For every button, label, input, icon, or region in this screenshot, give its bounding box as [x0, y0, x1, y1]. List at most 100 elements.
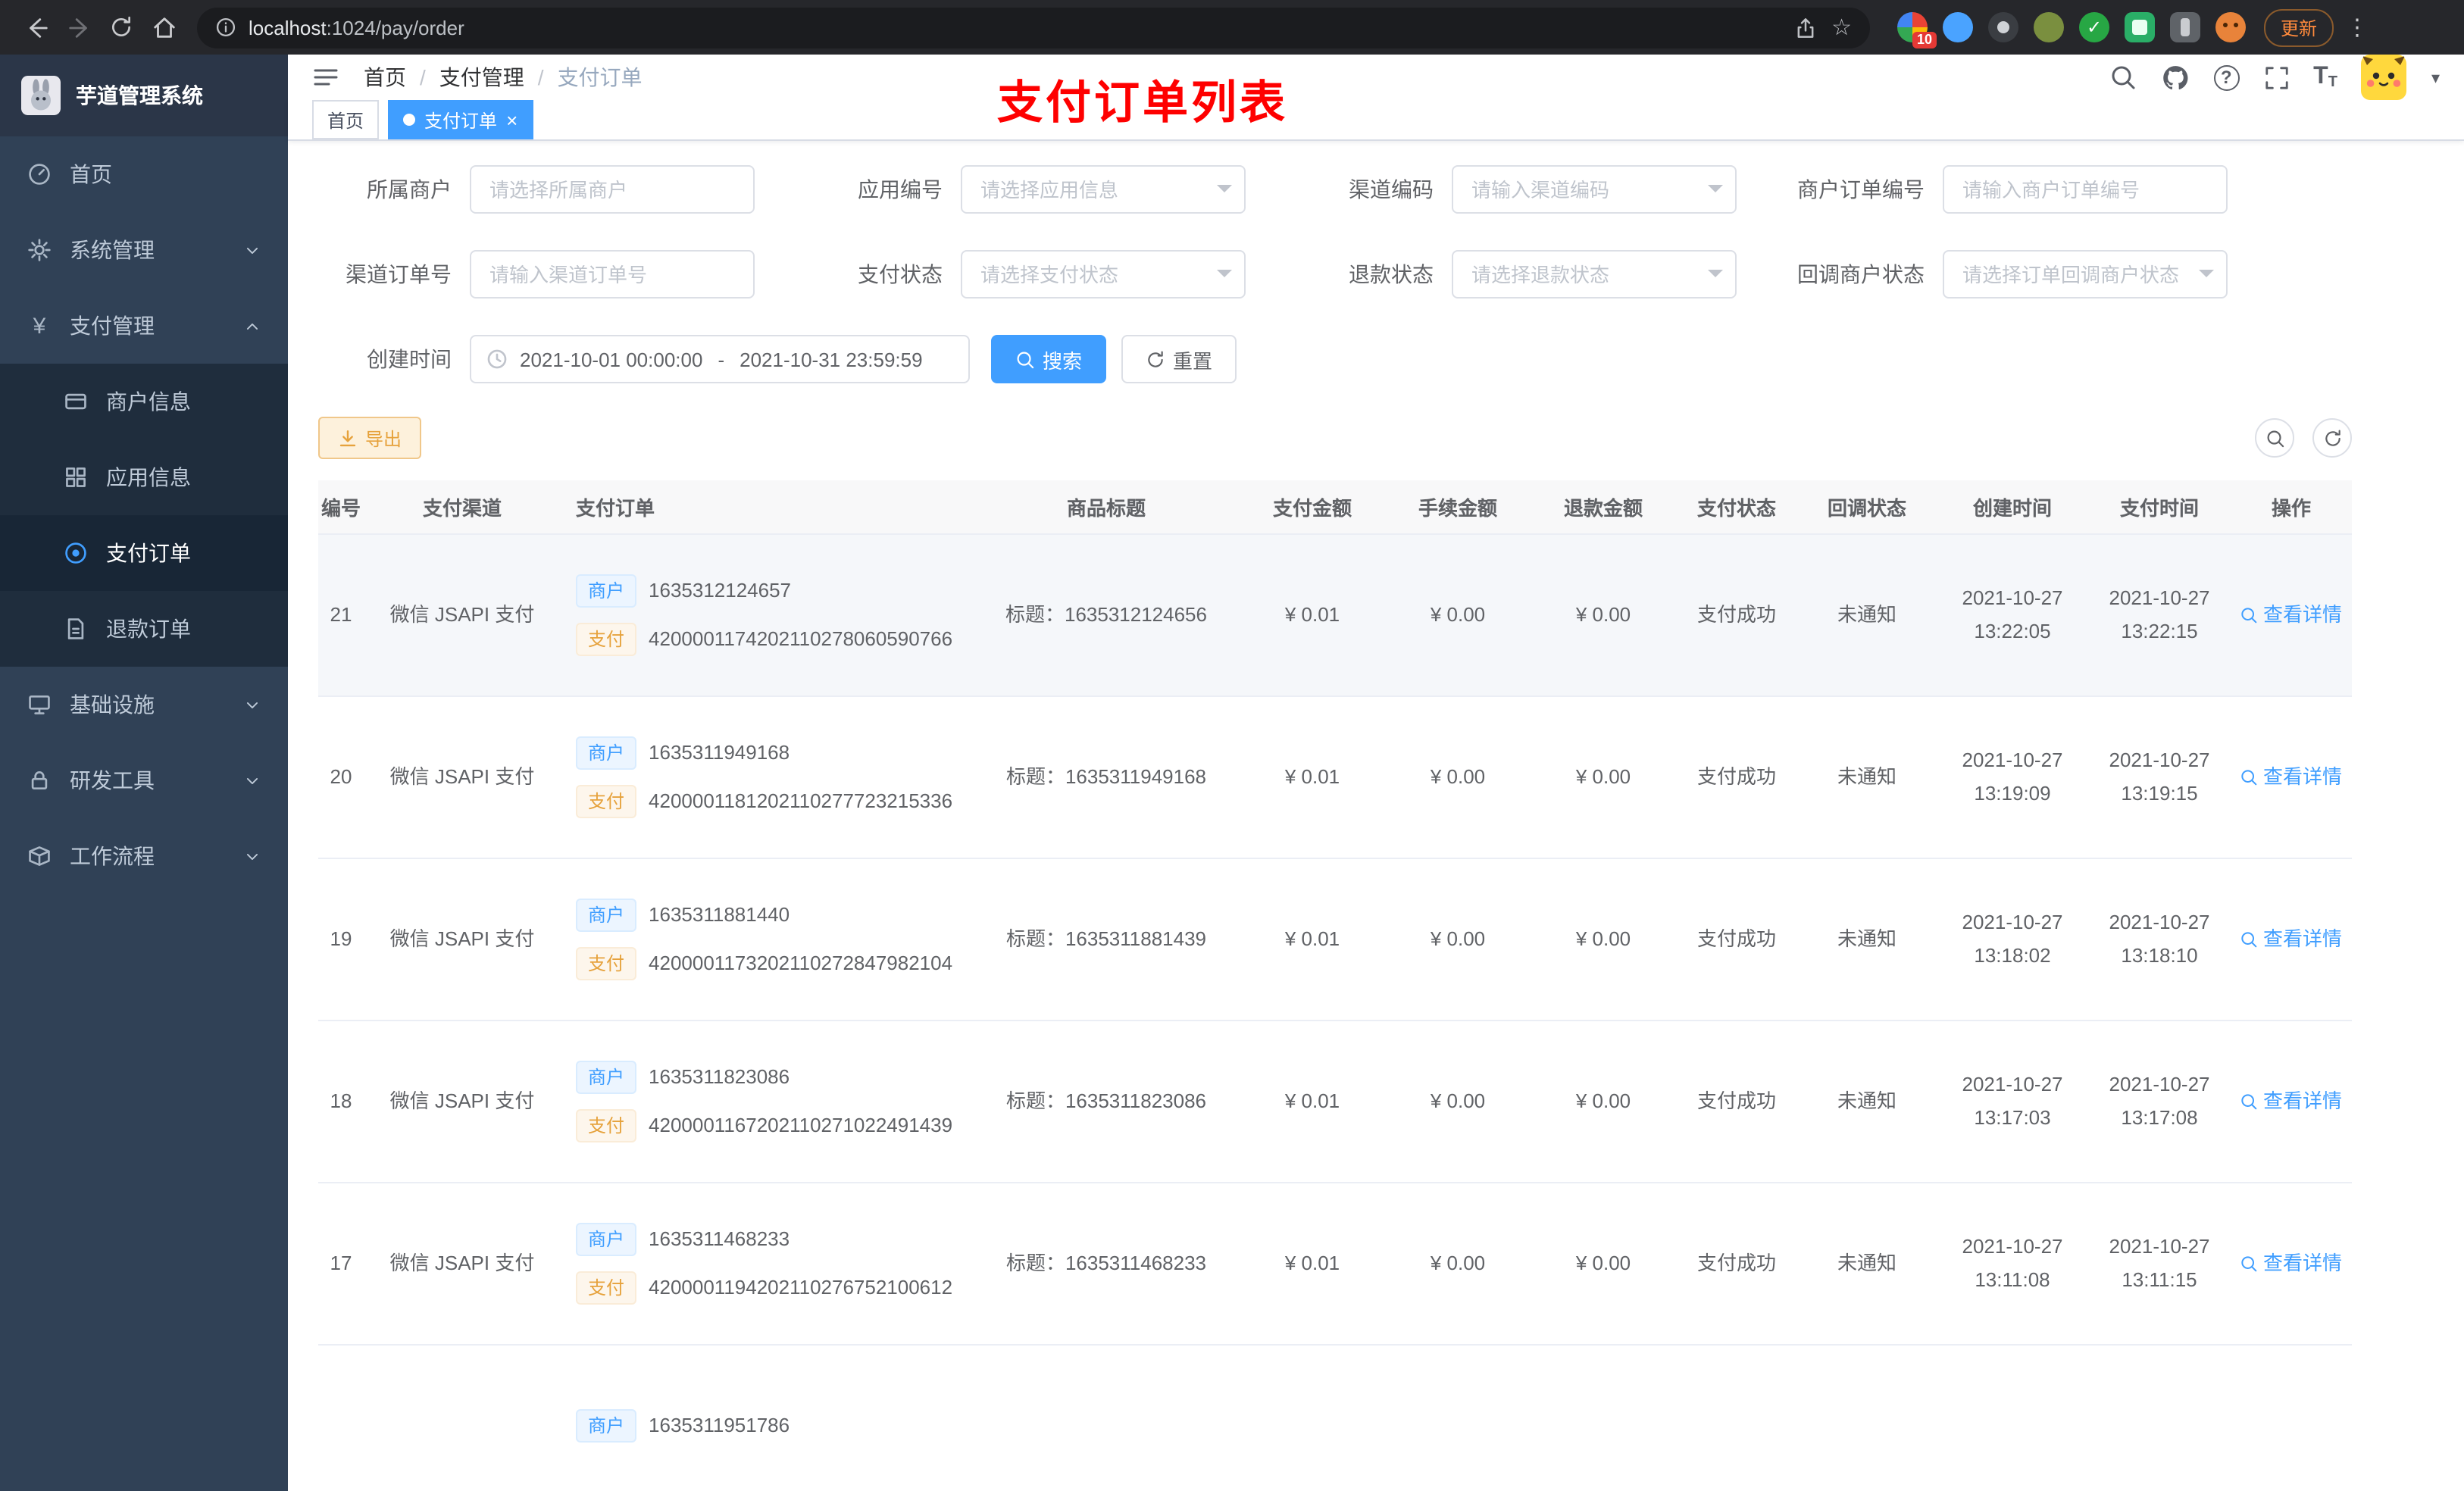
- refresh-icon[interactable]: [100, 6, 142, 48]
- cell-refund: ¥ 0.00: [1575, 927, 1631, 950]
- extension-icon-check[interactable]: ✓: [2079, 12, 2109, 42]
- search-icon[interactable]: [2109, 64, 2136, 91]
- cell-notify: 未通知: [1837, 1251, 1896, 1274]
- pay-tag: 支付: [576, 1109, 637, 1143]
- cell-id: 20: [330, 764, 352, 788]
- merchant-select[interactable]: [470, 165, 755, 214]
- cell-order: 商户 1635312124657 支付 4200001174202110278060…: [561, 535, 973, 695]
- filter-pay-status: 支付状态: [809, 250, 1246, 299]
- show-search-icon[interactable]: [2255, 418, 2294, 458]
- refresh-table-icon[interactable]: [2312, 418, 2352, 458]
- close-icon[interactable]: ×: [506, 110, 518, 130]
- record-circle-icon: [64, 541, 88, 565]
- github-icon[interactable]: [2160, 63, 2189, 92]
- export-button[interactable]: 导出: [318, 417, 422, 459]
- sidebar-item-refund-order[interactable]: 退款订单: [0, 591, 288, 667]
- extension-icon-olive[interactable]: [2034, 12, 2064, 42]
- filter-channel-code: 渠道编码: [1300, 165, 1737, 214]
- breadcrumb-home[interactable]: 首页: [364, 62, 406, 92]
- cell-order: 商户 1635311468233 支付 4200001194202110276752…: [561, 1183, 973, 1344]
- view-detail-link[interactable]: 查看详情: [2240, 923, 2342, 956]
- caret-down-icon[interactable]: ▾: [2431, 67, 2440, 87]
- channel-code-select[interactable]: [1452, 165, 1737, 214]
- profile-avatar-icon[interactable]: [2215, 12, 2246, 42]
- view-detail-link[interactable]: 查看详情: [2240, 599, 2342, 632]
- back-icon[interactable]: [15, 6, 58, 48]
- cell-id: 21: [330, 602, 352, 626]
- sidebar-item-infra[interactable]: 基础设施: [0, 667, 288, 742]
- grid-icon: [64, 465, 88, 489]
- cell-status: 支付成功: [1696, 1251, 1776, 1274]
- sidebar-item-home[interactable]: 首页: [0, 136, 288, 212]
- share-icon[interactable]: [1793, 16, 1816, 39]
- cell-create-time: 2021-10-27 13:11:08: [1962, 1234, 2063, 1291]
- app-window: 芋道管理系统 首页 系统管理 ¥ 支付管理 商户信息 应用信息 支付订单 退款订…: [0, 55, 2464, 1491]
- sidebar-item-system[interactable]: 系统管理: [0, 212, 288, 288]
- sidebar-item-merchant-info[interactable]: 商户信息: [0, 364, 288, 439]
- notify-status-select[interactable]: [1943, 250, 2228, 299]
- pay-status-select[interactable]: [961, 250, 1246, 299]
- pay-tag: 支付: [576, 623, 637, 657]
- extension-icon-green-square[interactable]: [2125, 12, 2155, 42]
- browser-menu-icon[interactable]: ⋮: [2346, 14, 2369, 41]
- address-bar[interactable]: localhost:1024/pay/order ☆: [197, 7, 1870, 48]
- sidebar-collapse-icon[interactable]: [312, 64, 339, 91]
- cell-action: 查看详情: [2231, 697, 2352, 858]
- clock-icon: [486, 349, 508, 370]
- sidebar-item-payment[interactable]: ¥ 支付管理: [0, 288, 288, 364]
- extension-icon-pin[interactable]: [2170, 12, 2200, 42]
- sidebar-item-devtools[interactable]: 研发工具: [0, 742, 288, 818]
- tab-home[interactable]: 首页: [312, 100, 380, 139]
- home-icon[interactable]: [142, 6, 185, 48]
- forward-icon[interactable]: [58, 6, 100, 48]
- sidebar-item-app-info[interactable]: 应用信息: [0, 439, 288, 515]
- extension-badge: 10: [1912, 32, 1937, 48]
- view-detail-link[interactable]: 查看详情: [2240, 761, 2342, 794]
- cell-fee: ¥ 0.00: [1430, 602, 1486, 626]
- font-size-icon[interactable]: TT: [2313, 64, 2337, 91]
- box-icon: [27, 844, 52, 868]
- view-detail-link[interactable]: 查看详情: [2240, 1085, 2342, 1118]
- lock-icon: [27, 768, 52, 792]
- fullscreen-icon[interactable]: [2263, 64, 2289, 90]
- cell-title: 标题：1635312124656: [1005, 602, 1207, 626]
- breadcrumb-payment[interactable]: 支付管理: [439, 62, 524, 92]
- browser-update-button[interactable]: 更新: [2264, 8, 2334, 46]
- app-logo: 芋道管理系统: [0, 55, 288, 136]
- search-button[interactable]: 搜索: [991, 335, 1107, 383]
- site-info-icon[interactable]: [215, 17, 236, 38]
- cell-id: 17: [330, 1251, 352, 1274]
- cell-channel: 微信 JSAPI 支付: [389, 1089, 535, 1112]
- tab-pay-order[interactable]: 支付订单 ×: [388, 100, 533, 139]
- reset-button[interactable]: 重置: [1121, 335, 1237, 383]
- cell-channel: 微信 JSAPI 支付: [389, 1251, 535, 1274]
- cell-notify: 未通知: [1837, 602, 1896, 626]
- merchant-order-no-input[interactable]: [1943, 165, 2228, 214]
- filter-merchant-order-no: 商户订单编号: [1791, 165, 2228, 214]
- cell-title: 标题：1635311881439: [1005, 927, 1207, 950]
- extension-icon-colorful[interactable]: 10: [1897, 12, 1937, 48]
- help-icon[interactable]: ?: [2213, 64, 2240, 90]
- user-avatar[interactable]: [2361, 55, 2407, 100]
- extension-icon-dark[interactable]: [1988, 12, 2018, 42]
- sidebar-item-pay-order[interactable]: 支付订单: [0, 515, 288, 591]
- cell-id: 18: [330, 1089, 352, 1112]
- merchant-tag: 商户: [576, 1060, 637, 1094]
- table-row: 21 微信 JSAPI 支付 商户 1635312124657 支付 4200001…: [318, 535, 2352, 697]
- view-detail-link[interactable]: 查看详情: [2240, 1247, 2342, 1280]
- create-time-range-picker[interactable]: 2021-10-01 00:00:00 - 2021-10-31 23:59:5…: [470, 335, 970, 383]
- cell-notify: 未通知: [1837, 1089, 1896, 1112]
- app-no-select[interactable]: [961, 165, 1246, 214]
- chevron-up-icon: [244, 317, 261, 334]
- cell-fee: ¥ 0.00: [1430, 927, 1486, 950]
- table-row: 20 微信 JSAPI 支付 商户 1635311949168 支付 4200001…: [318, 697, 2352, 859]
- extension-icon-blue[interactable]: [1943, 12, 1973, 42]
- cell-amount: ¥ 0.01: [1284, 602, 1340, 626]
- sidebar-item-workflow[interactable]: 工作流程: [0, 818, 288, 894]
- bookmark-star-icon[interactable]: ☆: [1831, 16, 1852, 39]
- refund-status-select[interactable]: [1452, 250, 1737, 299]
- channel-order-no-input[interactable]: [470, 250, 755, 299]
- filter-row-1: 所属商户 应用编号 渠道编码 商户订单编号: [318, 165, 2352, 214]
- cell-title: 标题：1635311949168: [1005, 764, 1207, 788]
- cell-fee: ¥ 0.00: [1430, 1089, 1486, 1112]
